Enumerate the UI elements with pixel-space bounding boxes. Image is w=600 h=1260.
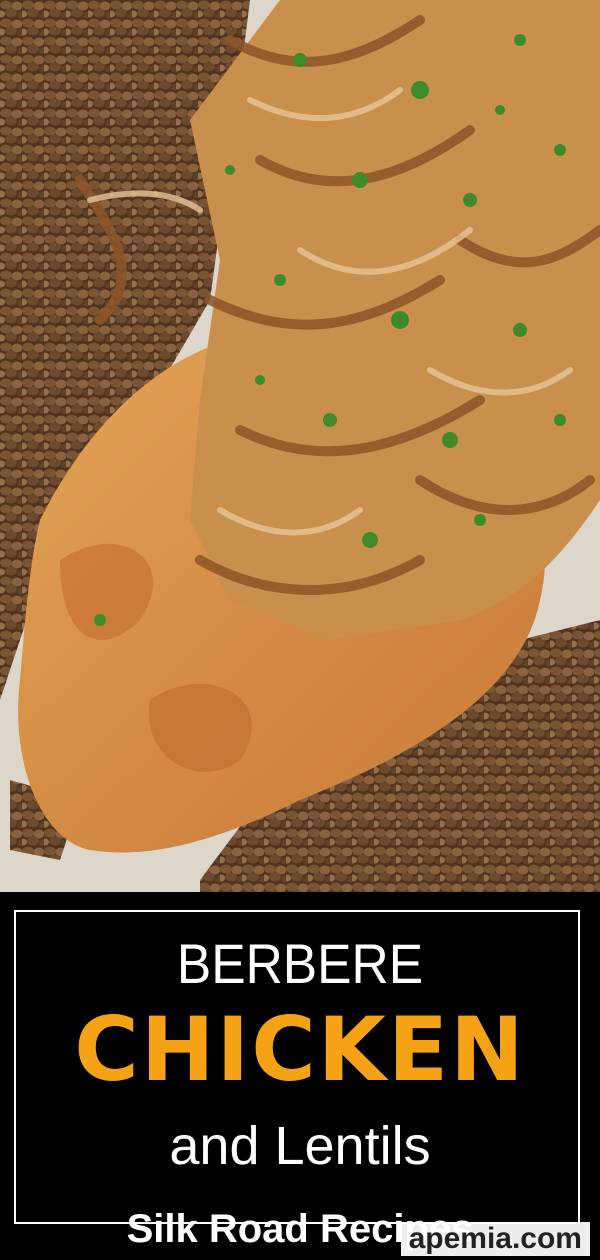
brand-name-part-1: Silk Road Rec: [126, 1207, 394, 1251]
title-panel: BERBERE CHICKEN and Lentils Silk Road Re…: [0, 892, 600, 1260]
title-line-1: BERBERE: [176, 932, 424, 995]
title-line-2: CHICKEN: [74, 998, 526, 1101]
watermark: apemia.com: [400, 1222, 590, 1256]
title-line-3: and Lentils: [169, 1116, 431, 1176]
food-photo-illustration: [0, 0, 600, 892]
food-photo: [0, 0, 600, 892]
pin-image: BERBERE CHICKEN and Lentils Silk Road Re…: [0, 0, 600, 1260]
